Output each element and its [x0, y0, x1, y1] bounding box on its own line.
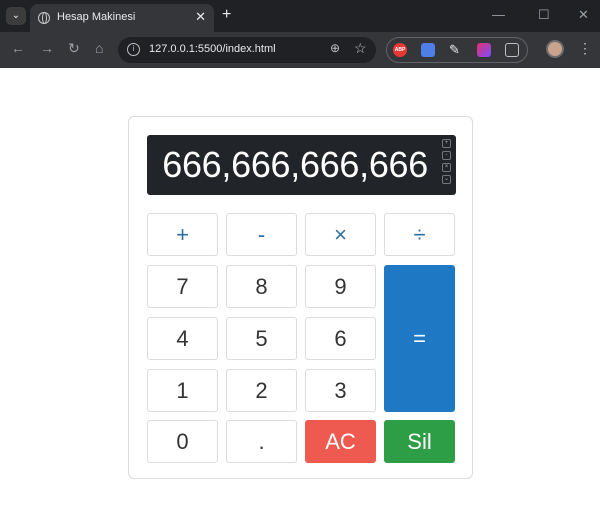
calculator: 666,666,666,666 + - × ⌄ + - × ÷ 7 8 9 = … — [128, 116, 473, 479]
toolbar: ← → ↻ ⌂ i 127.0.0.1:5500/index.html ⊕ ☆ … — [0, 32, 600, 68]
translate-icon[interactable] — [421, 43, 435, 57]
display-scroll-controls: + - × ⌄ — [442, 139, 452, 187]
extension-icon[interactable] — [477, 43, 491, 57]
tab-search-icon[interactable]: ⌄ — [6, 7, 26, 25]
delete-button[interactable]: Sil — [384, 420, 455, 463]
extensions-icon[interactable] — [505, 43, 519, 57]
scroll-x-icon[interactable]: × — [442, 163, 451, 172]
digit-7-button[interactable]: 7 — [147, 265, 218, 308]
tab-strip: ⌄ Hesap Makinesi ✕ + — ☐ ✕ — [0, 0, 600, 32]
digit-3-button[interactable]: 3 — [305, 369, 376, 412]
digit-2-button[interactable]: 2 — [226, 369, 297, 412]
tab-title: Hesap Makinesi — [57, 11, 136, 23]
scroll-minus-icon[interactable]: - — [442, 151, 451, 160]
plus-button[interactable]: + — [147, 213, 218, 256]
scroll-up-icon[interactable]: + — [442, 139, 451, 148]
site-info-icon[interactable]: i — [127, 43, 140, 56]
url-text[interactable]: 127.0.0.1:5500/index.html — [149, 43, 276, 55]
menu-icon[interactable]: ⋮ — [578, 40, 592, 57]
home-icon[interactable]: ⌂ — [95, 40, 103, 56]
extensions-area: ABP ✎ — [386, 37, 528, 63]
digit-5-button[interactable]: 5 — [226, 317, 297, 360]
digit-8-button[interactable]: 8 — [226, 265, 297, 308]
multiply-button[interactable]: × — [305, 213, 376, 256]
back-icon[interactable]: ← — [11, 40, 25, 56]
globe-icon — [38, 12, 50, 24]
tab-hesap-makinesi[interactable]: Hesap Makinesi ✕ — [30, 4, 214, 32]
new-tab-button[interactable]: + — [222, 6, 231, 24]
decimal-button[interactable]: . — [226, 420, 297, 463]
avatar[interactable] — [546, 40, 564, 58]
window-close-icon[interactable]: ✕ — [578, 7, 589, 23]
minus-button[interactable]: - — [226, 213, 297, 256]
display: 666,666,666,666 + - × ⌄ — [147, 135, 456, 195]
equals-button[interactable]: = — [384, 265, 455, 412]
adblock-icon[interactable]: ABP — [393, 43, 407, 57]
forward-icon[interactable]: → — [40, 40, 54, 56]
minimize-icon[interactable]: — — [492, 7, 505, 22]
digit-0-button[interactable]: 0 — [147, 420, 218, 463]
close-icon[interactable]: ✕ — [195, 9, 206, 25]
star-icon[interactable]: ☆ — [354, 40, 367, 57]
display-value: 666,666,666,666 — [162, 144, 428, 185]
digit-9-button[interactable]: 9 — [305, 265, 376, 308]
digit-6-button[interactable]: 6 — [305, 317, 376, 360]
scroll-down-icon[interactable]: ⌄ — [442, 175, 451, 184]
clear-button[interactable]: AC — [305, 420, 376, 463]
digit-1-button[interactable]: 1 — [147, 369, 218, 412]
reload-icon[interactable]: ↻ — [68, 40, 80, 57]
digit-4-button[interactable]: 4 — [147, 317, 218, 360]
browser-chrome: ⌄ Hesap Makinesi ✕ + — ☐ ✕ ← → ↻ ⌂ i 127… — [0, 0, 600, 68]
eyedropper-icon[interactable]: ✎ — [449, 43, 463, 57]
maximize-icon[interactable]: ☐ — [538, 7, 550, 23]
address-bar[interactable]: i 127.0.0.1:5500/index.html ⊕ ☆ — [118, 37, 376, 63]
divide-button[interactable]: ÷ — [384, 213, 455, 256]
zoom-icon[interactable]: ⊕ — [330, 41, 340, 55]
